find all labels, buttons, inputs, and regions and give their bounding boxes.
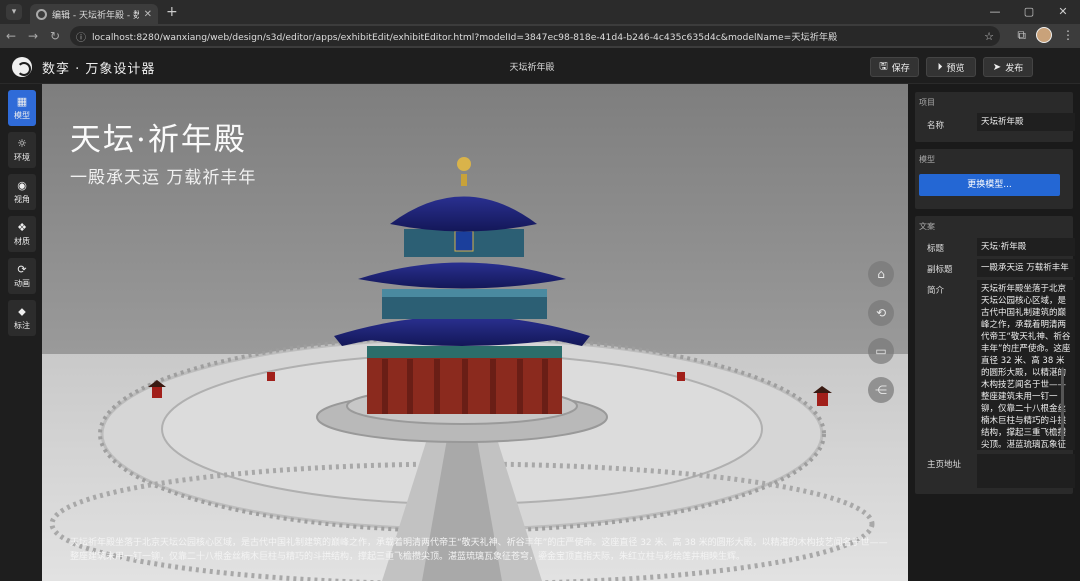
tool-label: 环境	[14, 152, 30, 162]
url-text: localhost:8280/wanxiang/web/design/s3d/e…	[92, 32, 838, 43]
new-tab-icon[interactable]: +	[166, 4, 178, 20]
publish-label: 发布	[1005, 63, 1024, 74]
homepage-label: 主页地址	[927, 460, 962, 470]
tool-label: 模型	[14, 110, 30, 120]
share-icon: ⋲	[875, 383, 887, 397]
tag-icon: ⬥	[18, 304, 26, 318]
subtitle-field[interactable]: 一殿承天运 万载祈丰年	[977, 259, 1075, 277]
environment-icon: ☼	[17, 136, 27, 150]
tool-camera[interactable]: ◉ 视角	[8, 174, 36, 210]
share-button[interactable]: ⋲	[868, 377, 894, 403]
material-icon: ❖	[17, 220, 27, 234]
forward-icon[interactable]: →	[22, 29, 44, 43]
properties-panel: 项目 名称 天坛祈年殿 模型 更换模型... 文案 标题 天坛·祈年殿 副标题 …	[908, 84, 1080, 581]
address-bar: ← → ↻ ⓘ localhost:8280/wanxiang/web/desi…	[0, 24, 1080, 48]
bookmark-star-icon[interactable]: ☆	[984, 30, 994, 43]
tool-label: 动画	[14, 278, 30, 288]
section-title: 模型	[919, 155, 935, 164]
section-title: 项目	[919, 98, 935, 107]
browser-tabbar: ▾ 编辑 - 天坛祈年殿 - 数孪万象 ✕ + — ▢ ✕	[0, 0, 1080, 24]
home-view-button[interactable]: ⌂	[868, 261, 894, 287]
tool-label: 材质	[14, 236, 30, 246]
site-info-icon[interactable]: ⓘ	[76, 29, 86, 44]
tool-label: 视角	[14, 194, 30, 204]
browser-tab[interactable]: 编辑 - 天坛祈年殿 - 数孪万象 ✕	[30, 4, 158, 24]
app-header: 数孪 · 万象设计器 天坛祈年殿 🖫 保存 ⏵ 预览 ➤ 发布	[0, 48, 1080, 84]
intro-label: 简介	[927, 286, 945, 296]
title-field[interactable]: 天坛·祈年殿	[977, 238, 1075, 256]
maximize-icon[interactable]: ▢	[1012, 0, 1046, 24]
browser-menu-icon[interactable]: ⋮	[1062, 28, 1074, 42]
tool-animation[interactable]: ⟳ 动画	[8, 258, 36, 294]
caption-toggle-button[interactable]: ▭	[868, 338, 894, 364]
url-input[interactable]: ⓘ localhost:8280/wanxiang/web/design/s3d…	[70, 26, 1000, 46]
homepage-field[interactable]	[977, 454, 1075, 488]
left-toolbar: ▦ 模型 ☼ 环境 ◉ 视角 ❖ 材质 ⟳ 动画 ⬥ 标注	[0, 84, 42, 581]
tab-title: 编辑 - 天坛祈年殿 - 数孪万象	[52, 10, 139, 21]
back-icon[interactable]: ←	[0, 29, 22, 43]
replace-model-button[interactable]: 更换模型...	[919, 174, 1060, 196]
rotate-icon: ⟲	[875, 306, 887, 320]
animation-icon: ⟳	[17, 262, 27, 276]
reload-icon[interactable]: ↻	[44, 29, 66, 43]
preview-button[interactable]: ⏵ 预览	[926, 57, 976, 77]
exhibit-caption: 天坛祈年殿坐落于北京天坛公园核心区域，是古代中国礼制建筑的巅峰之作，承载着明清两…	[70, 538, 888, 562]
home-icon: ⌂	[877, 267, 885, 281]
tab-search-icon[interactable]: ▾	[6, 4, 22, 20]
save-label: 保存	[891, 63, 910, 74]
extensions-icon[interactable]: ⧉	[1017, 28, 1026, 43]
exhibit-subline: 一殿承天运 万载祈丰年	[70, 168, 257, 188]
publish-button[interactable]: ➤ 发布	[983, 57, 1033, 77]
tool-label: 标注	[14, 320, 30, 330]
project-section: 项目 名称 天坛祈年殿	[915, 92, 1075, 142]
profile-avatar[interactable]	[1036, 27, 1052, 43]
play-icon: ⏵	[937, 61, 943, 73]
camera-icon: ◉	[17, 178, 27, 192]
copy-section: 文案 标题 天坛·祈年殿 副标题 一殿承天运 万载祈丰年 简介 天坛祈年殿坐落于…	[915, 216, 1075, 494]
tool-annotation[interactable]: ⬥ 标注	[8, 300, 36, 336]
window-controls: — ▢ ✕	[978, 0, 1080, 24]
comment-icon: ▭	[875, 344, 887, 358]
auto-rotate-button[interactable]: ⟲	[868, 300, 894, 326]
close-tab-icon[interactable]: ✕	[144, 9, 152, 20]
minimize-icon[interactable]: —	[978, 0, 1012, 24]
tool-model[interactable]: ▦ 模型	[8, 90, 36, 126]
preview-label: 预览	[946, 63, 965, 74]
send-icon: ➤	[992, 61, 1002, 73]
project-name-field[interactable]: 天坛祈年殿	[977, 113, 1075, 131]
intro-scrollbar[interactable]	[1061, 368, 1064, 440]
close-window-icon[interactable]: ✕	[1046, 0, 1080, 24]
title-label: 标题	[927, 244, 945, 254]
3d-viewport[interactable]: 天坛·祈年殿 一殿承天运 万载祈丰年 天坛祈年殿坐落于北京天坛公园核心区域，是古…	[42, 84, 908, 581]
subtitle-label: 副标题	[927, 265, 953, 275]
save-icon: 🖫	[879, 60, 888, 72]
favicon-icon	[36, 8, 47, 20]
name-label: 名称	[927, 121, 945, 131]
tool-material[interactable]: ❖ 材质	[8, 216, 36, 252]
section-title: 文案	[919, 222, 935, 231]
exhibit-headline: 天坛·祈年殿	[70, 122, 247, 158]
browser-actions: ⧉ ⋮	[1017, 27, 1074, 43]
save-button[interactable]: 🖫 保存	[870, 57, 919, 77]
tool-environment[interactable]: ☼ 环境	[8, 132, 36, 168]
grid-icon: ▦	[16, 94, 28, 108]
